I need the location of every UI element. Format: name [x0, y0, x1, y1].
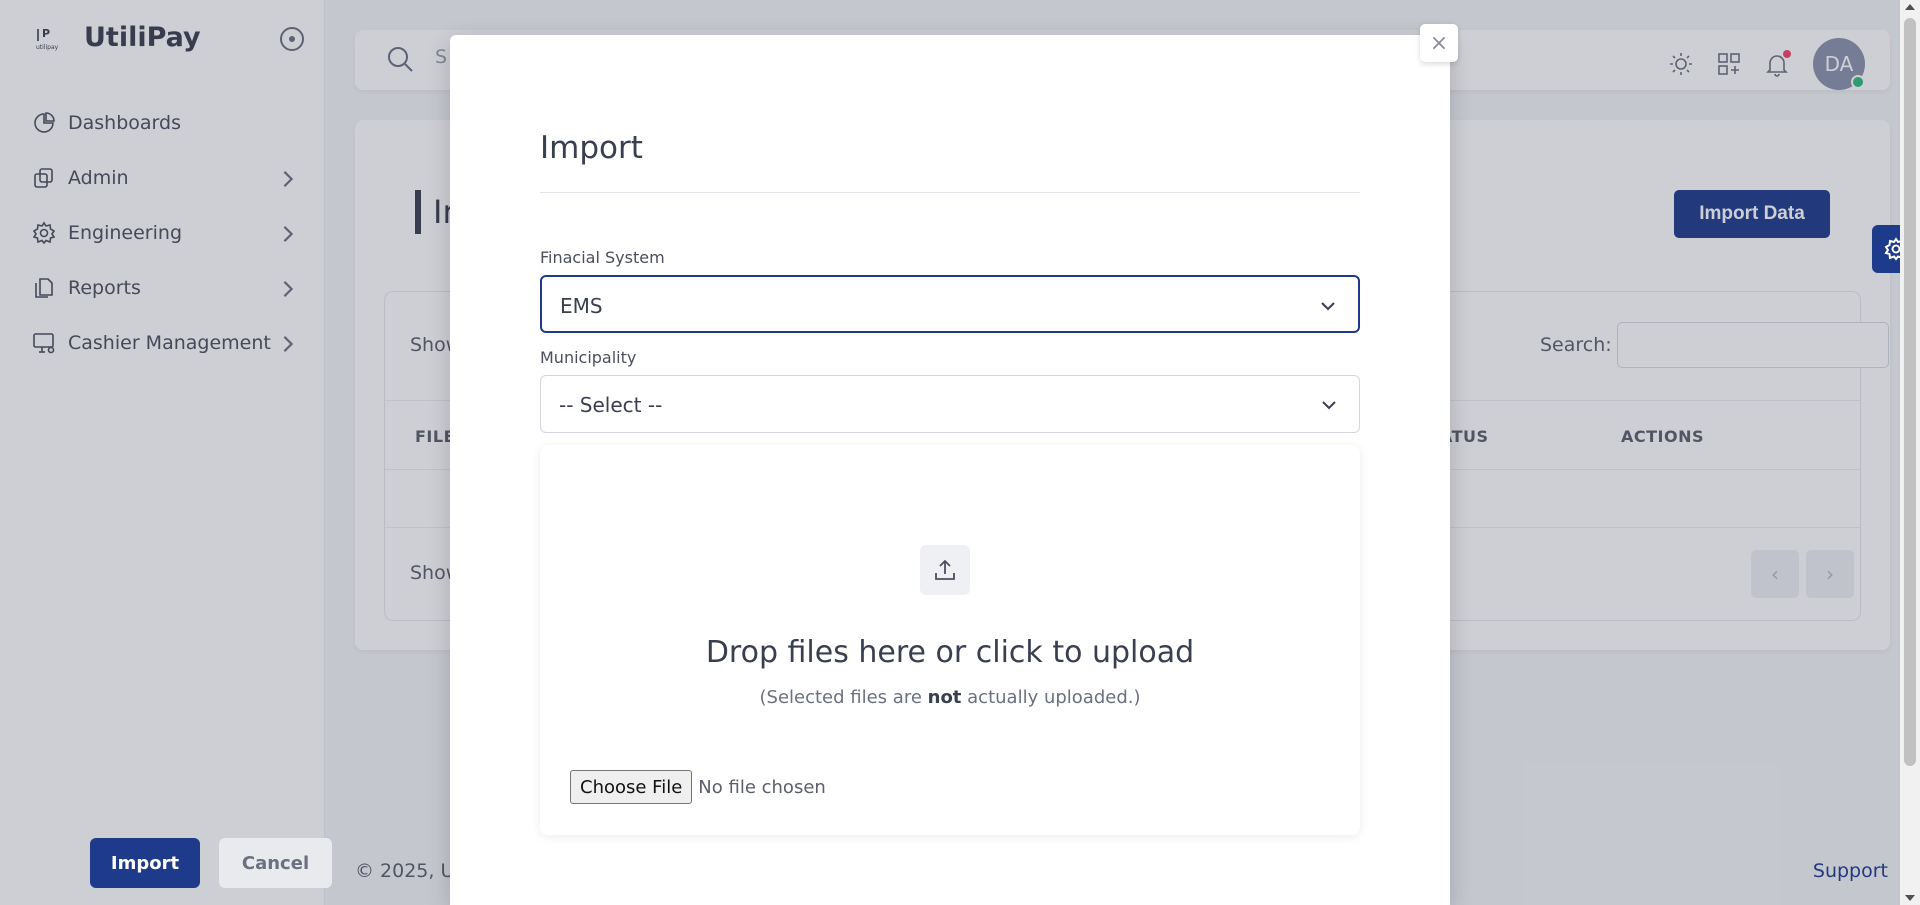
financial-system-select[interactable]: EMS	[540, 275, 1360, 333]
scroll-thumb[interactable]	[1904, 18, 1916, 766]
import-modal: Import Finacial System EMS Municipality …	[450, 35, 1450, 905]
dropzone-subtitle-pre: (Selected files are	[759, 687, 928, 708]
close-icon[interactable]: ×	[1420, 24, 1458, 62]
file-status: No file chosen	[698, 776, 826, 798]
dropzone-subtitle: (Selected files are not actually uploade…	[540, 687, 1360, 708]
dropzone-title: Drop files here or click to upload	[705, 635, 1195, 670]
upload-icon	[935, 559, 955, 580]
scroll-down-arrow-icon[interactable]	[1905, 895, 1915, 901]
financial-system-label: Finacial System	[540, 248, 665, 267]
municipality-select[interactable]: -- Select --	[540, 375, 1360, 433]
file-input: Choose File No file chosen	[570, 770, 826, 804]
scroll-up-arrow-icon[interactable]	[1905, 4, 1915, 10]
dropzone-subtitle-post: actually uploaded.)	[961, 687, 1141, 708]
modal-title: Import	[540, 130, 643, 166]
municipality-label: Municipality	[540, 348, 637, 367]
choose-file-button[interactable]: Choose File	[570, 770, 693, 804]
financial-system-value: EMS	[560, 294, 603, 318]
municipality-value: -- Select --	[559, 393, 663, 417]
chevron-down-icon	[1321, 302, 1335, 311]
modal-divider	[540, 192, 1360, 193]
cancel-button[interactable]: Cancel	[219, 838, 332, 888]
chevron-down-icon	[1322, 401, 1336, 410]
file-dropzone[interactable]: Drop files here or click to upload (Sele…	[540, 445, 1360, 835]
dropzone-subtitle-bold: not	[927, 687, 962, 708]
upload-icon-box	[920, 545, 970, 595]
import-button[interactable]: Import	[90, 838, 200, 888]
scrollbar[interactable]	[1900, 0, 1920, 905]
